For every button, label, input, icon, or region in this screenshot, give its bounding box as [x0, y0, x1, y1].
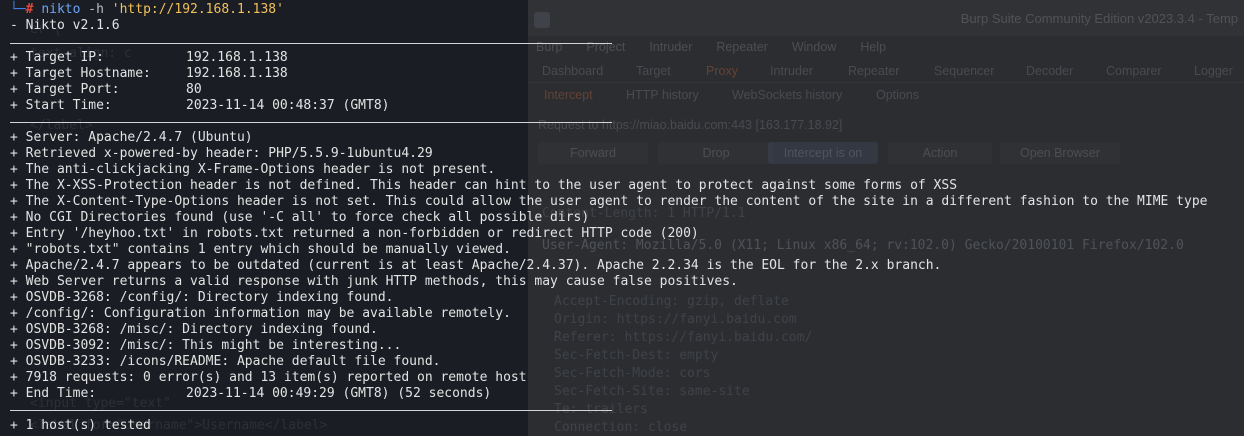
command-flag: -h	[88, 2, 104, 17]
separator-line	[10, 43, 612, 44]
start-time-label: + Start Time:	[10, 98, 112, 113]
command-prompt-line: └─# nikto -h 'http://192.168.1.138'	[10, 2, 284, 18]
finding-line: + The X-XSS-Protection header is not def…	[10, 178, 958, 193]
finding-line: + The anti-clickjacking X-Frame-Options …	[10, 162, 496, 177]
finding-line: + Entry '/heyhoo.txt' in robots.txt retu…	[10, 226, 699, 241]
start-time-value: 2023-11-14 00:48:37 (GMT8)	[186, 98, 390, 113]
end-time-label: + End Time:	[10, 386, 97, 401]
finding-line: + "robots.txt" contains 1 entry which sh…	[10, 242, 511, 257]
target-hostname-value: 192.168.1.138	[186, 66, 288, 81]
finding-line: + Apache/2.4.7 appears to be outdated (c…	[10, 258, 942, 273]
target-ip-value: 192.168.1.138	[186, 50, 288, 65]
end-time-value: 2023-11-14 00:49:29 (GMT8) (52 seconds)	[186, 386, 492, 401]
terminal-output: └─# nikto -h 'http://192.168.1.138' - Ni…	[0, 0, 1244, 436]
separator-line	[10, 122, 612, 123]
request-summary-line: + 7918 requests: 0 error(s) and 13 item(…	[10, 370, 527, 385]
target-hostname-label: + Target Hostname:	[10, 66, 151, 81]
target-ip-label: + Target IP:	[10, 50, 104, 65]
prompt-root-symbol: #	[25, 2, 34, 17]
prompt-corner: └─	[10, 2, 26, 17]
finding-line: + OSVDB-3268: /misc/: Directory indexing…	[10, 322, 378, 337]
finding-line: + Web Server returns a valid response wi…	[10, 274, 738, 289]
target-port-label: + Target Port:	[10, 82, 120, 97]
finding-line: + /config/: Configuration information ma…	[10, 306, 511, 321]
finding-line: + Server: Apache/2.4.7 (Ubuntu)	[10, 130, 253, 145]
command-name: nikto	[41, 2, 81, 17]
start-time-line: + Start Time: 2023-11-14 00:48:37 (GMT8)	[10, 98, 390, 114]
target-hostname-line: + Target Hostname: 192.168.1.138	[10, 66, 288, 82]
target-ip-line: + Target IP: 192.168.1.138	[10, 50, 288, 66]
command-url-argument: 'http://192.168.1.138'	[111, 2, 284, 17]
finding-line: + OSVDB-3233: /icons/README: Apache defa…	[10, 354, 441, 369]
finding-line: + No CGI Directories found (use '-C all'…	[10, 210, 590, 225]
finding-line: + OSVDB-3092: /misc/: This might be inte…	[10, 338, 402, 353]
target-port-line: + Target Port: 80	[10, 82, 202, 98]
finding-line: + The X-Content-Type-Options header is n…	[10, 194, 1208, 209]
finding-line: + Retrieved x-powered-by header: PHP/5.5…	[10, 146, 433, 161]
nikto-version: - Nikto v2.1.6	[10, 18, 120, 33]
target-port-value: 80	[186, 82, 202, 97]
end-time-line: + End Time: 2023-11-14 00:49:29 (GMT8) (5…	[10, 386, 491, 402]
finding-line: + OSVDB-3268: /config/: Directory indexi…	[10, 290, 394, 305]
hosts-tested-summary: + 1 host(s) tested	[10, 418, 151, 433]
separator-line	[10, 410, 612, 411]
